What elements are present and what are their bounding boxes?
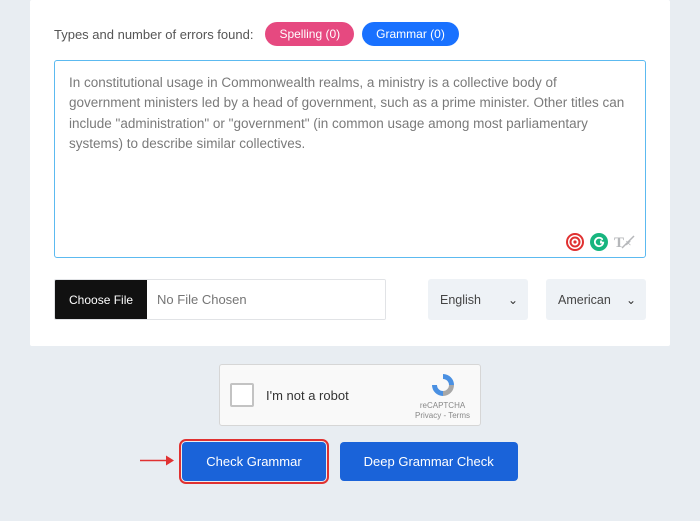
action-buttons: Check Grammar Deep Grammar Check (182, 442, 517, 481)
language-select[interactable]: English (428, 281, 528, 319)
recaptcha-widget: I'm not a robot reCAPTCHA Privacy - Term… (219, 364, 481, 426)
grammarly-icon[interactable] (590, 233, 608, 251)
below-card: I'm not a robot reCAPTCHA Privacy - Term… (30, 364, 670, 481)
main-card: Types and number of errors found: Spelli… (30, 0, 670, 346)
error-summary: Types and number of errors found: Spelli… (54, 22, 646, 46)
deep-grammar-check-button[interactable]: Deep Grammar Check (340, 442, 518, 481)
target-icon[interactable] (566, 233, 584, 251)
textarea-wrapper: T✕ (54, 60, 646, 261)
svg-text:✕: ✕ (625, 239, 632, 248)
recaptcha-badge: reCAPTCHA Privacy - Terms (415, 371, 470, 420)
spelling-badge[interactable]: Spelling (0) (265, 22, 354, 46)
svg-text:T: T (614, 235, 624, 251)
language-select-wrap[interactable]: English ⌄ (428, 279, 528, 320)
check-grammar-button[interactable]: Check Grammar (182, 442, 325, 481)
clear-text-icon[interactable]: T✕ (614, 233, 636, 251)
dialect-select[interactable]: American (546, 281, 646, 319)
recaptcha-icon (429, 371, 457, 399)
file-name-display (147, 280, 385, 319)
error-summary-label: Types and number of errors found: (54, 27, 253, 42)
file-upload-group: Choose File (54, 279, 386, 320)
dialect-select-wrap[interactable]: American ⌄ (546, 279, 646, 320)
recaptcha-label: I'm not a robot (266, 388, 403, 403)
textarea-icons: T✕ (566, 233, 636, 251)
arrow-icon (138, 452, 178, 471)
choose-file-button[interactable]: Choose File (55, 280, 147, 319)
recaptcha-brand: reCAPTCHA (420, 401, 465, 410)
recaptcha-legal: Privacy - Terms (415, 411, 470, 420)
controls-row: Choose File English ⌄ American ⌄ (54, 279, 646, 320)
recaptcha-checkbox[interactable] (230, 383, 254, 407)
grammar-text-input[interactable] (54, 60, 646, 258)
grammar-badge[interactable]: Grammar (0) (362, 22, 459, 46)
